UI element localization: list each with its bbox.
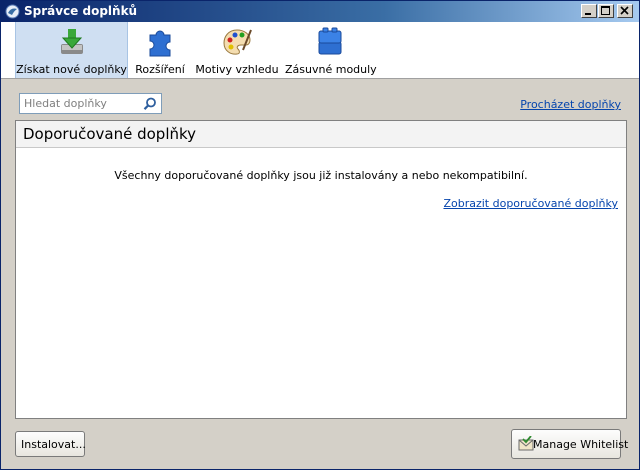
panel-header: Doporučované doplňky — [16, 121, 626, 148]
show-recommended-link[interactable]: Zobrazit doporučované doplňky — [443, 197, 618, 210]
tab-label: Získat nové doplňky — [16, 63, 127, 76]
search-box[interactable] — [19, 93, 162, 114]
tab-plugins[interactable]: Zásuvné moduly — [285, 22, 377, 78]
search-icon[interactable] — [143, 97, 157, 111]
maximize-icon — [601, 6, 610, 15]
app-icon — [5, 4, 20, 19]
window-title: Správce doplňků — [24, 4, 138, 18]
toolbar: Získat nové doplňky Rozšíření Motivy vzh… — [1, 22, 639, 79]
tab-get-addons[interactable]: Získat nové doplňky — [15, 22, 128, 78]
install-button-label: Instalovat... — [21, 438, 86, 451]
browse-addons-link[interactable]: Procházet doplňky — [520, 98, 621, 111]
palette-icon — [223, 29, 252, 55]
close-button[interactable] — [617, 4, 633, 18]
tab-extensions[interactable]: Rozšíření — [131, 22, 189, 78]
envelope-check-icon — [518, 436, 534, 451]
addon-manager-window: Správce doplňků Získat nové doplňky Rozš… — [0, 0, 640, 470]
tab-label: Zásuvné moduly — [285, 63, 377, 76]
install-button[interactable]: Instalovat... — [15, 431, 86, 457]
whitelist-button-label: Manage Whitelist — [533, 438, 629, 451]
download-addons-icon — [61, 29, 83, 54]
minimize-icon — [585, 13, 591, 15]
panel-title: Doporučované doplňky — [23, 125, 197, 143]
plugin-blocks-icon — [318, 27, 342, 55]
recommended-panel: Doporučované doplňky Všechny doporučovan… — [15, 120, 627, 419]
puzzle-icon — [149, 30, 171, 57]
title-bar[interactable]: Správce doplňků — [1, 1, 639, 22]
minimize-button[interactable] — [581, 4, 597, 18]
status-message: Všechny doporučované doplňky jsou již in… — [114, 169, 528, 182]
tab-label: Motivy vzhledu — [195, 63, 279, 76]
close-icon — [620, 6, 629, 15]
search-input[interactable] — [24, 96, 136, 111]
tab-label: Rozšíření — [135, 63, 185, 76]
tab-themes[interactable]: Motivy vzhledu — [194, 22, 280, 78]
manage-whitelist-button[interactable]: Manage Whitelist — [511, 429, 628, 459]
maximize-button[interactable] — [598, 4, 614, 18]
